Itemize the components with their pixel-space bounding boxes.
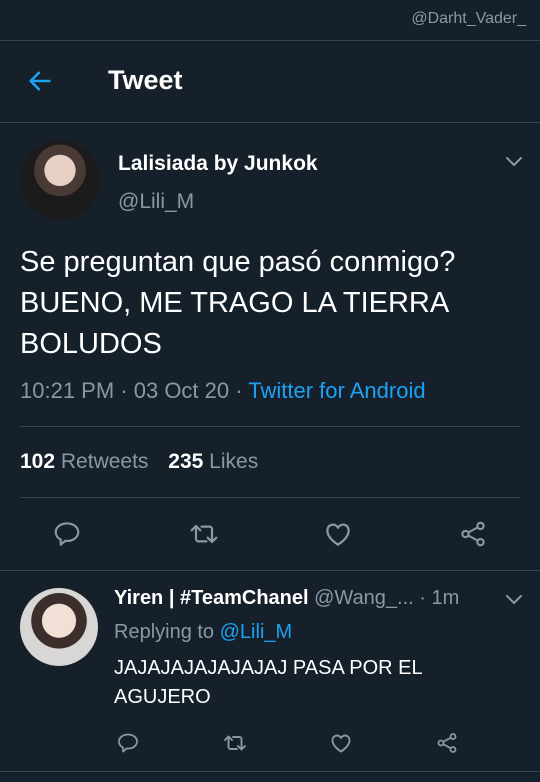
chevron-down-icon[interactable] [505, 593, 523, 605]
replying-to-handle-link[interactable]: @Lili_M [220, 621, 293, 643]
tweet-stats: 102 Retweets 235 Likes [20, 450, 258, 474]
divider [0, 771, 540, 772]
retweet-icon[interactable] [188, 519, 220, 549]
header: Tweet [0, 40, 540, 123]
likes-count: 235 [168, 450, 204, 473]
status-bar: @Darht_Vader_ [0, 0, 540, 41]
reply-header: Yiren | #TeamChanel @Wang_... · 1m [114, 587, 459, 610]
author-name[interactable]: Lalisiada by Junkok [118, 152, 318, 176]
tweet-source-link[interactable]: Twitter for Android [248, 378, 425, 403]
meta-separator: · [229, 378, 249, 403]
share-icon[interactable] [435, 731, 459, 755]
divider [20, 426, 520, 427]
tweet-text-line: Se preguntan que pasó conmigo? [20, 246, 456, 278]
chevron-down-icon[interactable] [505, 155, 523, 167]
meta-separator: · [114, 378, 134, 403]
divider [0, 570, 540, 571]
back-arrow-icon[interactable] [26, 67, 54, 95]
retweets-label: Retweets [60, 450, 149, 473]
reply-text-line: AGUJERO [114, 686, 211, 708]
reply-icon[interactable] [116, 731, 140, 755]
like-icon[interactable] [329, 731, 353, 755]
reply-time: · 1m [419, 587, 460, 609]
reply-icon[interactable] [52, 519, 82, 549]
page-title: Tweet [108, 65, 183, 95]
watermark: @Darht_Vader_ [411, 10, 526, 27]
retweet-icon[interactable] [222, 731, 248, 755]
tweet-time: 10:21 PM [20, 378, 115, 403]
likes-stat[interactable]: 235 Likes [168, 450, 258, 473]
share-icon[interactable] [458, 519, 488, 549]
replying-to: Replying to @Lili_M [114, 621, 292, 644]
tweet-date: 03 Oct 20 [133, 378, 230, 403]
likes-label: Likes [209, 450, 259, 473]
tweet-text: Se preguntan que pasó conmigo? BUENO, ME… [20, 242, 525, 365]
reply-text-line: JAJAJAJAJAJAJAJ PASA POR EL [114, 657, 423, 679]
retweets-stat[interactable]: 102 Retweets [20, 450, 148, 473]
like-icon[interactable] [323, 519, 353, 549]
tweet-meta: 10:21 PM · 03 Oct 20 · Twitter for Andro… [20, 378, 426, 404]
replying-to-label: Replying to [114, 621, 215, 643]
reply-author-avatar[interactable] [20, 588, 98, 666]
tweet-text-line: BOLUDOS [20, 328, 162, 360]
author-handle[interactable]: @Lili_M [118, 190, 194, 214]
tweet-text-line: BUENO, ME TRAGO LA TIERRA [20, 287, 450, 319]
divider [20, 497, 520, 498]
reply-author-handle[interactable]: @Wang_... [314, 587, 414, 609]
reply-text: JAJAJAJAJAJAJAJ PASA POR EL AGUJERO [114, 654, 514, 712]
retweets-count: 102 [20, 450, 56, 473]
reply-author-name[interactable]: Yiren | #TeamChanel [114, 587, 309, 609]
author-avatar[interactable] [20, 140, 100, 220]
